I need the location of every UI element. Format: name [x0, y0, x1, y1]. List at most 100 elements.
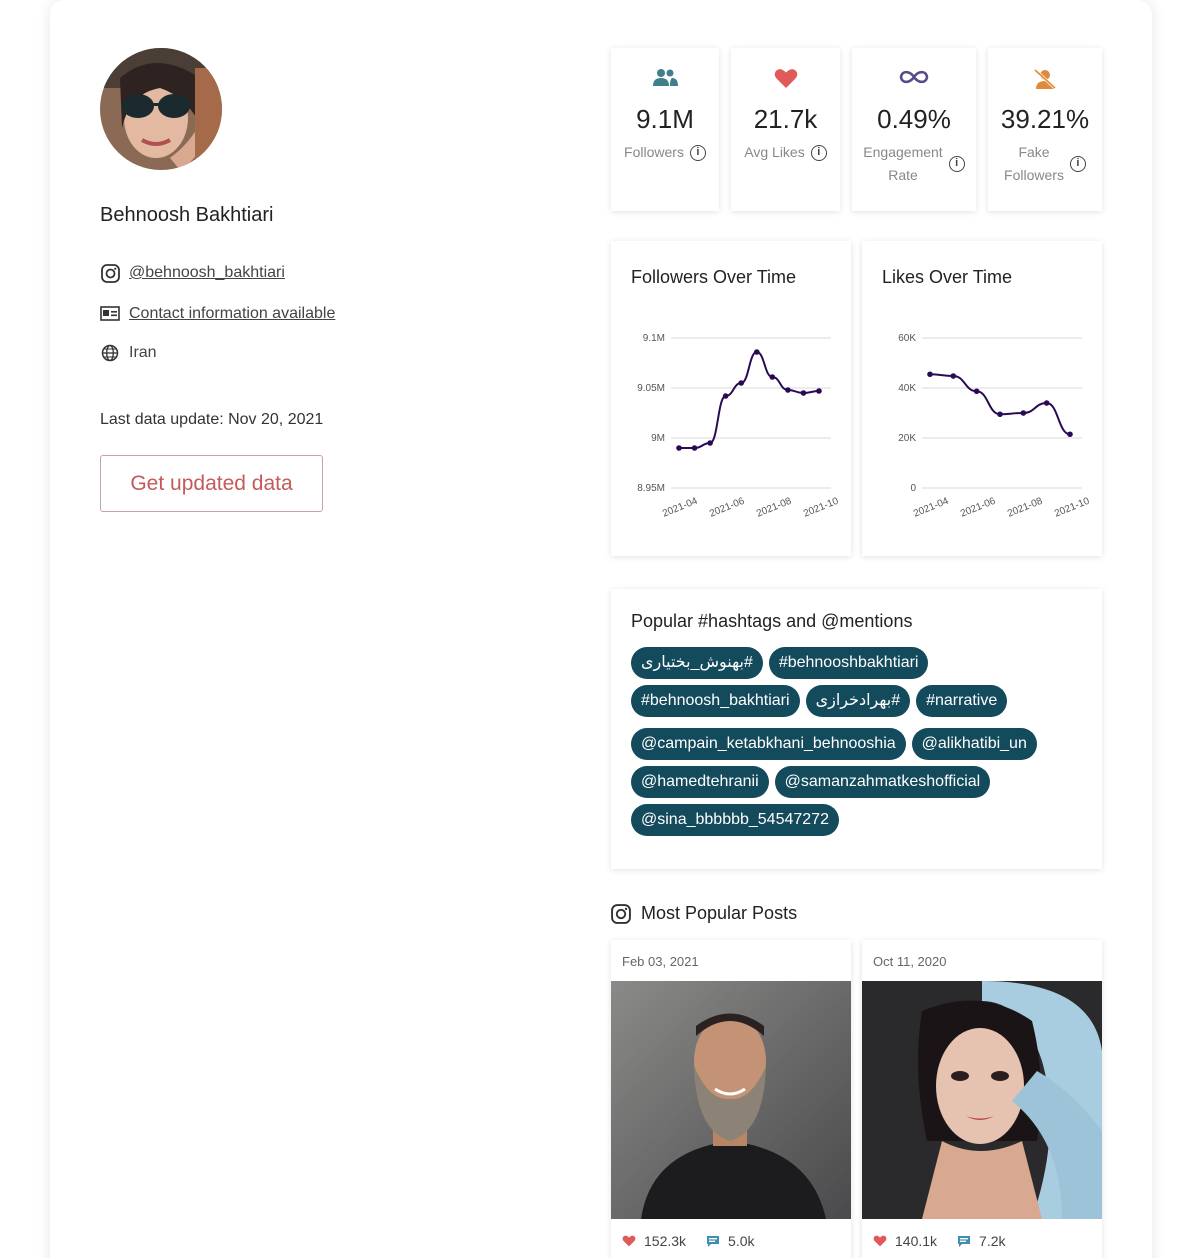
popular-posts-header: Most Popular Posts [611, 903, 797, 924]
post-likes: 152.3k [644, 1233, 687, 1249]
followers-data-point [722, 393, 729, 399]
followers-x-tick-label: 2021-04 [661, 496, 700, 520]
get-updated-data-button[interactable]: Get updated data [100, 455, 323, 512]
country-row: Iran [100, 343, 157, 363]
followers-y-tick-label: 9.1M [643, 333, 665, 344]
followers-y-tick-label: 9M [651, 433, 665, 444]
followers-chart-title: Followers Over Time [631, 267, 797, 287]
fake-followers-label-line1: Fake [1018, 144, 1050, 160]
fake-followers-label-line2: Followers [1004, 167, 1064, 183]
hashtag-chip[interactable]: #بهرادخرازی [805, 685, 911, 717]
avg-likes-label-row: Avg Likes i [731, 141, 840, 164]
post-date: Oct 11, 2020 [873, 954, 947, 969]
likes-y-tick-label: 0 [910, 483, 916, 494]
likes-data-point [1043, 400, 1050, 406]
info-icon[interactable]: i [689, 144, 706, 161]
post-card[interactable]: Oct 11, 2020 140.1k 7.2k [862, 940, 1102, 1258]
hashtag-group: #بهنوش_بختیاری #behnooshbakhtiari #behno… [631, 647, 1091, 717]
contact-card-icon [100, 304, 120, 324]
likes-x-tick-label: 2021-08 [1006, 496, 1045, 520]
followers-data-point [800, 390, 807, 396]
tags-container: #بهنوش_بختیاری #behnooshbakhtiari #behno… [631, 647, 1091, 847]
instagram-handle-link[interactable]: @behnoosh_bakhtiari [129, 264, 285, 282]
followers-count: 9.1M [636, 104, 694, 134]
followers-x-tick-label: 2021-06 [708, 496, 747, 520]
followers-data-point [816, 388, 822, 394]
heart-icon [873, 1235, 887, 1247]
likes-over-time-card: 60K 40K 20K 0 2021-04 2021-06 2021-08 2021-10 L… [862, 241, 1102, 556]
post-stats: 140.1k 7.2k [873, 1233, 1006, 1249]
hashtag-chip[interactable]: #behnoosh_bakhtiari [631, 685, 800, 717]
post-comments: 7.2k [979, 1233, 1006, 1249]
avg-likes-value: 21.7k [753, 104, 818, 134]
likes-x-tick-label: 2021-04 [912, 496, 951, 520]
hashtag-chip[interactable]: #narrative [916, 685, 1008, 717]
profile-name: Behnoosh Bakhtiari [100, 204, 274, 226]
followers-y-tick-label: 9.05M [637, 383, 665, 394]
engagement-label-line2: Rate [888, 167, 918, 183]
fake-followers-icon [988, 68, 1102, 92]
engagement-label-line1: Engagement [863, 144, 943, 160]
popular-posts-title: Most Popular Posts [641, 903, 798, 923]
likes-x-tick-label: 2021-06 [959, 496, 998, 520]
hashtag-chip[interactable]: #بهنوش_بختیاری [631, 647, 763, 679]
hashtags-mentions-card: Popular #hashtags and @mentions #بهنوش_ب… [611, 589, 1102, 869]
info-icon[interactable]: i [948, 156, 965, 172]
likes-y-tick-label: 40K [898, 383, 916, 394]
hashtag-chip[interactable]: #behnooshbakhtiari [768, 647, 929, 679]
post-card[interactable]: Feb 03, 2021 152.3k 5.0k [611, 940, 851, 1258]
heart-icon [731, 68, 840, 92]
avg-likes-label: Avg Likes [744, 144, 805, 160]
hashtags-title: Popular #hashtags and @mentions [631, 611, 913, 631]
followers-data-point [785, 387, 791, 393]
followers-data-point [753, 349, 760, 355]
country-label: Iran [129, 344, 157, 361]
mention-chip[interactable]: @hamedtehranii [631, 766, 769, 798]
likes-y-tick-label: 60K [898, 333, 916, 344]
last-data-update: Last data update: Nov 20, 2021 [100, 411, 324, 428]
followers-data-point [769, 374, 776, 380]
stat-card-engagement: 0.49% Engagement Rate i [852, 48, 976, 211]
likes-data-point [950, 373, 957, 379]
mention-chip[interactable]: @alikhatibi_un [911, 728, 1037, 760]
post-image[interactable] [611, 981, 851, 1219]
likes-line-chart: 60K 40K 20K 0 2021-04 2021-06 2021-08 2021-10 [898, 333, 1092, 520]
globe-icon [100, 343, 120, 363]
followers-data-point [676, 445, 682, 451]
likes-data-point [1067, 431, 1073, 438]
likes-x-tick-label: 2021-10 [1053, 496, 1092, 520]
fake-followers-label: Fake Followers [1004, 141, 1064, 187]
fake-followers-label-row: Fake Followers i [988, 141, 1102, 187]
post-image[interactable] [862, 981, 1102, 1219]
followers-label: Followers [624, 144, 684, 160]
likes-data-point [997, 411, 1003, 418]
mention-chip[interactable]: @campain_ketabkhani_behnooshia [631, 728, 906, 760]
followers-label-row: Followers i [611, 141, 719, 164]
instagram-icon [611, 903, 631, 924]
info-icon[interactable]: i [810, 144, 827, 161]
mention-chip[interactable]: @samanzahmatkeshofficial [774, 766, 991, 798]
likes-data-point [973, 388, 980, 395]
followers-line-chart: 9.1M 9.05M 9M 8.95M 2021-04 2021-06 2021-08 202… [637, 333, 841, 520]
followers-x-tick-label: 2021-10 [802, 496, 841, 520]
contact-info-link[interactable]: Contact information available [129, 305, 335, 323]
heart-icon [622, 1235, 636, 1247]
post-stats: 152.3k 5.0k [622, 1233, 755, 1249]
followers-series-line [678, 350, 820, 449]
followers-y-tick-label: 8.95M [637, 483, 665, 494]
engagement-rate-value: 0.49% [877, 104, 951, 134]
mention-chip[interactable]: @sina_bbbbbb_54547272 [631, 804, 839, 836]
instagram-handle-row: @behnoosh_bakhtiari [100, 263, 285, 283]
followers-over-time-card: 9.1M 9.05M 9M 8.95M 2021-04 2021-06 2021-08 202… [611, 241, 851, 556]
instagram-icon [100, 263, 120, 283]
comment-icon [706, 1235, 720, 1248]
followers-data-point [738, 380, 745, 386]
engagement-label-row: Engagement Rate i [852, 141, 976, 187]
likes-chart-title: Likes Over Time [882, 267, 1013, 287]
post-likes: 140.1k [895, 1233, 938, 1249]
followers-data-point [691, 445, 698, 451]
likes-data-point [1020, 410, 1027, 416]
likes-data-point [927, 371, 933, 378]
infinity-icon [852, 68, 976, 92]
info-icon[interactable]: i [1069, 156, 1086, 172]
